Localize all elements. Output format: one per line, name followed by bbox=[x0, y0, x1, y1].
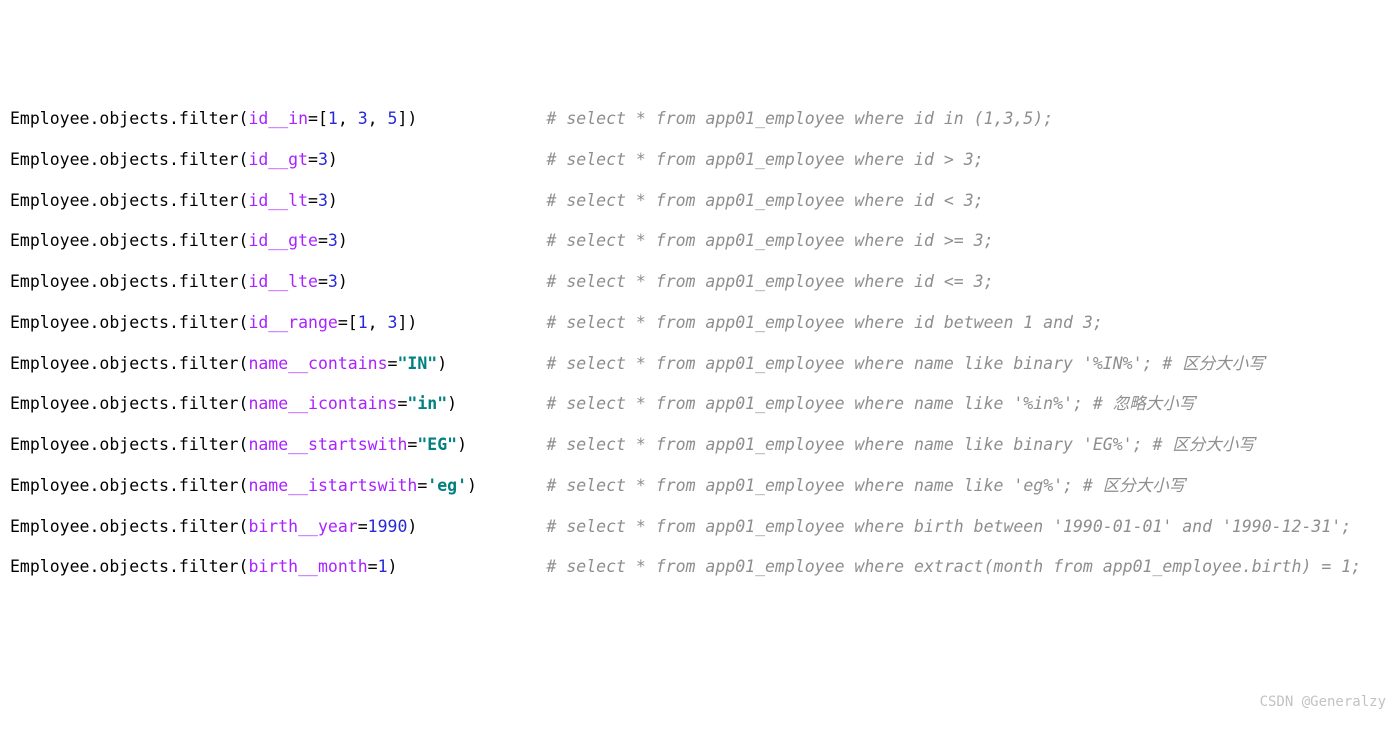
sql-comment: # select * from app01_employee where bir… bbox=[546, 517, 1351, 536]
sql-comment: # select * from app01_employee where nam… bbox=[546, 354, 1264, 373]
code-line: Employee.objects.filter(id__range=[1, 3]… bbox=[10, 311, 1390, 336]
sql-comment: # select * from app01_employee where id … bbox=[546, 272, 993, 291]
sql-comment: # select * from app01_employee where id … bbox=[546, 150, 983, 169]
code-line: Employee.objects.filter(id__in=[1, 3, 5]… bbox=[10, 107, 1390, 132]
code-line: Employee.objects.filter(name__istartswit… bbox=[10, 474, 1390, 499]
code-line: Employee.objects.filter(name__contains="… bbox=[10, 352, 1390, 377]
code-line: Employee.objects.filter(id__lte=3) # sel… bbox=[10, 270, 1390, 295]
code-line: Employee.objects.filter(id__gt=3) # sele… bbox=[10, 148, 1390, 173]
sql-comment: # select * from app01_employee where id … bbox=[546, 313, 1102, 332]
sql-comment: # select * from app01_employee where id … bbox=[546, 231, 993, 250]
watermark: CSDN @Generalzy bbox=[1260, 692, 1386, 713]
code-line: Employee.objects.filter(birth__month=1) … bbox=[10, 555, 1390, 580]
code-line: Employee.objects.filter(name__startswith… bbox=[10, 433, 1390, 458]
code-line: Employee.objects.filter(id__gte=3) # sel… bbox=[10, 229, 1390, 254]
sql-comment: # select * from app01_employee where id … bbox=[546, 191, 983, 210]
code-line: Employee.objects.filter(id__lt=3) # sele… bbox=[10, 189, 1390, 214]
sql-comment: # select * from app01_employee where nam… bbox=[546, 394, 1195, 413]
code-line: Employee.objects.filter(birth__year=1990… bbox=[10, 515, 1390, 540]
sql-comment: # select * from app01_employee where id … bbox=[547, 109, 1054, 128]
sql-comment: # select * from app01_employee where nam… bbox=[547, 435, 1255, 454]
code-block: Employee.objects.filter(id__in=[1, 3, 5]… bbox=[10, 107, 1390, 580]
sql-comment: # select * from app01_employee where ext… bbox=[546, 557, 1361, 576]
code-line: Employee.objects.filter(name__icontains=… bbox=[10, 392, 1390, 417]
sql-comment: # select * from app01_employee where nam… bbox=[547, 476, 1186, 495]
